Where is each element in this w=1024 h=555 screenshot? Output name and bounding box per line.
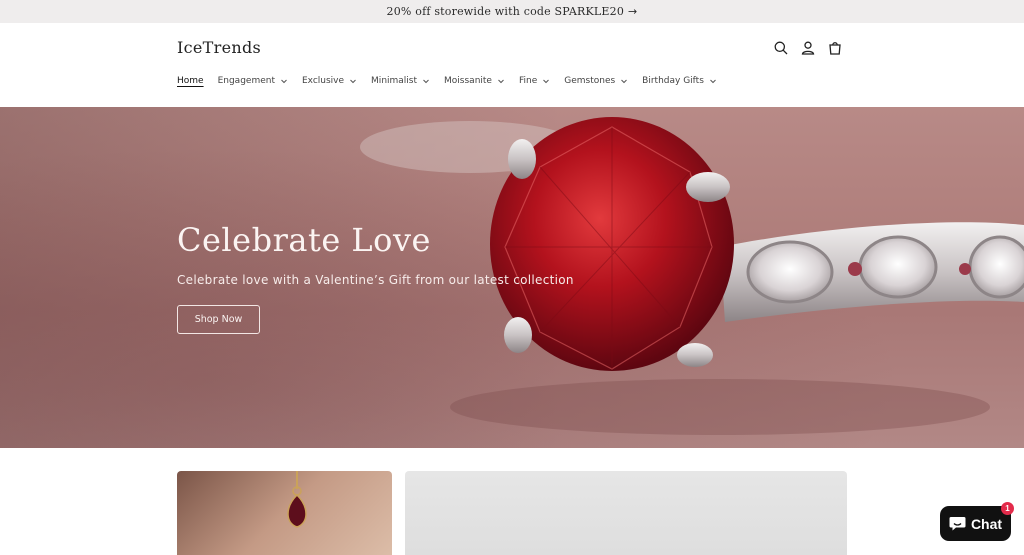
nav-item-exclusive[interactable]: Exclusive	[302, 76, 357, 86]
earring-image	[287, 471, 307, 528]
header-icons	[773, 40, 843, 56]
chevron-down-icon	[620, 77, 628, 85]
nav-item-fine[interactable]: Fine	[519, 76, 550, 86]
store-logo[interactable]: IceTrends	[177, 38, 261, 57]
chat-notification-badge: 1	[1001, 502, 1014, 515]
announcement-bar[interactable]: 20% off storewide with code SPARKLE20 →	[0, 0, 1024, 23]
main-navigation: Home Engagement Exclusive Minimalist Moi…	[177, 76, 731, 86]
chevron-down-icon	[709, 77, 717, 85]
site-header: IceTrends Home Engagement Exclusive Mini…	[0, 23, 1024, 107]
cart-icon[interactable]	[827, 40, 843, 56]
account-icon[interactable]	[800, 40, 816, 56]
chat-bubble-icon	[949, 517, 966, 531]
nav-item-label: Engagement	[217, 76, 275, 86]
nav-item-label: Moissanite	[444, 76, 492, 86]
product-card-earring[interactable]	[177, 471, 392, 555]
nav-item-label: Minimalist	[371, 76, 418, 86]
announcement-text[interactable]: 20% off storewide with code SPARKLE20	[387, 5, 625, 18]
nav-item-engagement[interactable]: Engagement	[218, 76, 288, 86]
nav-item-moissanite[interactable]: Moissanite	[444, 76, 505, 86]
nav-item-label: Gemstones	[564, 76, 616, 86]
chat-button[interactable]: Chat	[940, 506, 1011, 541]
hero-subtitle: Celebrate love with a Valentine’s Gift f…	[177, 273, 574, 287]
chat-label: Chat	[970, 515, 1003, 532]
search-icon[interactable]	[773, 40, 789, 56]
chevron-down-icon	[542, 77, 550, 85]
chevron-down-icon	[422, 77, 430, 85]
nav-item-minimalist[interactable]: Minimalist	[371, 76, 430, 86]
nav-item-home[interactable]: Home	[177, 76, 204, 86]
arrow-right-icon: →	[628, 5, 638, 18]
chevron-down-icon	[280, 77, 288, 85]
chevron-down-icon	[349, 77, 357, 85]
hero-title: Celebrate Love	[177, 221, 431, 259]
nav-item-label: Birthday Gifts	[642, 76, 704, 86]
nav-item-label: Fine	[518, 76, 538, 86]
nav-item-label: Exclusive	[301, 76, 345, 86]
shop-now-button[interactable]: Shop Now	[177, 305, 260, 334]
hero-banner: Celebrate Love Celebrate love with a Val…	[0, 107, 1024, 448]
nav-item-birthday-gifts[interactable]: Birthday Gifts	[642, 76, 717, 86]
nav-item-label: Home	[177, 76, 204, 86]
chevron-down-icon	[497, 77, 505, 85]
product-card[interactable]	[405, 471, 847, 555]
nav-item-gemstones[interactable]: Gemstones	[564, 76, 628, 86]
